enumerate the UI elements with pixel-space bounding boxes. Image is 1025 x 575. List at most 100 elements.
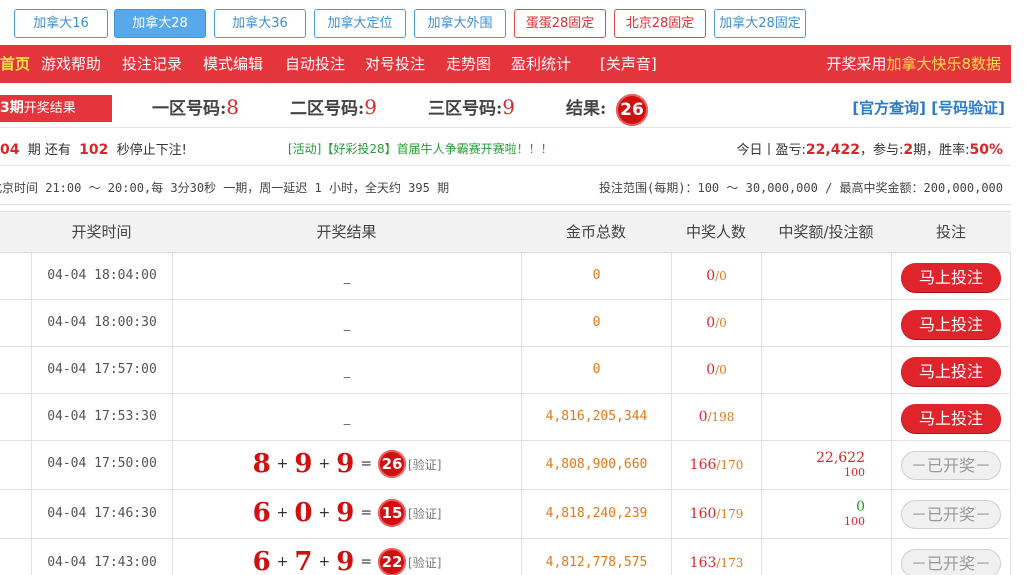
bet-now-button[interactable]: 马上投注 xyxy=(901,310,1001,339)
game-tabs: 加拿大16 加拿大28 加拿大36 加拿大定位 加拿大外围 蛋蛋28固定 北京2… xyxy=(0,0,1025,44)
opened-button[interactable]: －已开奖－ xyxy=(901,451,1001,480)
bet-now-button[interactable]: 马上投注 xyxy=(901,263,1001,292)
tab-canada28[interactable]: 加拿大28 xyxy=(114,9,206,38)
number-verify-link[interactable]: [号码验证] xyxy=(931,99,1005,117)
nav-bet-records[interactable]: 投注记录 xyxy=(122,45,182,83)
countdown-seconds: 102 xyxy=(79,142,109,158)
lottery-page: 加拿大16 加拿大28 加拿大36 加拿大定位 加拿大外围 蛋蛋28固定 北京2… xyxy=(0,0,1025,575)
header-time: 开奖时间 xyxy=(71,223,132,241)
row-result: 8 +9 +9 = 26 [验证] xyxy=(172,441,521,489)
participant-count: 0 xyxy=(719,363,727,377)
nav-help[interactable]: 游戏帮助 xyxy=(41,45,101,83)
row-time: 04-04 17:53:30 xyxy=(31,394,172,440)
row-result: _ xyxy=(172,394,521,440)
today-stats: 今日丨盈亏:22,422，参与:2期，胜率:50% xyxy=(737,139,1003,158)
winner-count: 166 xyxy=(689,457,717,473)
tab-canada16[interactable]: 加拿大16 xyxy=(14,9,108,38)
win-amount: 22,622 xyxy=(816,450,865,466)
tab-dandan28-fixed[interactable]: 蛋蛋28固定 xyxy=(514,9,606,38)
row-result: 6 +7 +9 = 22 [验证] xyxy=(172,539,521,575)
row-time: 04-04 18:00:30 xyxy=(31,300,172,346)
draw-number-1: 6 xyxy=(252,547,271,575)
row-winners: 160/179 xyxy=(671,490,761,538)
nav-home[interactable]: 首页 xyxy=(0,45,30,83)
nav-mode-edit[interactable]: 模式编辑 xyxy=(203,45,263,83)
header-bet: 投注 xyxy=(935,223,966,241)
table-header: 开奖时间 开奖结果 金币总数 中奖人数 中奖额/投注额 投注 xyxy=(0,211,1011,253)
row-coins: 4,808,900,660 xyxy=(521,441,671,489)
nav-trend-chart[interactable]: 走势图 xyxy=(446,45,491,83)
row-bet: －已开奖－ xyxy=(891,539,1011,575)
today-prefix: 今日丨盈亏: xyxy=(736,143,806,158)
opened-button[interactable]: －已开奖－ xyxy=(901,500,1001,529)
row-bet: 马上投注 xyxy=(891,253,1011,299)
tab-canada28-fixed[interactable]: 加拿大28固定 xyxy=(714,9,806,38)
bet-now-button[interactable]: 马上投注 xyxy=(901,357,1001,386)
table-row: 04-04 17:50:00 8 +9 +9 = 26 [验证] 4,808,900,66… xyxy=(0,441,1011,490)
row-result: _ xyxy=(172,253,521,299)
table-row: 04-04 17:43:00 6 +7 +9 = 22 [验证] 4,812,778,57… xyxy=(0,539,1011,575)
row-winners: 0/0 xyxy=(671,253,761,299)
plus-sign: + xyxy=(318,554,331,570)
join-count: 2 xyxy=(903,142,914,158)
row-ratio: 0 100 xyxy=(761,490,891,538)
winner-count: 163 xyxy=(689,555,717,571)
period-number: 3期 xyxy=(0,100,24,116)
official-query-link[interactable]: [官方查询] xyxy=(852,99,926,117)
row-bet: －已开奖－ xyxy=(891,490,1011,538)
verify-link[interactable]: [验证] xyxy=(408,554,441,571)
bet-now-button[interactable]: 马上投注 xyxy=(901,404,1001,433)
participant-count: 173 xyxy=(720,556,744,570)
equals-sign: = xyxy=(360,554,373,570)
winner-count: 0 xyxy=(706,268,716,284)
nav-profit-stats[interactable]: 盈利统计 xyxy=(511,45,571,83)
period-label: 开奖结果 xyxy=(23,101,76,116)
table-row: 04-04 18:04:00 _ 0 0/0 马上投注 xyxy=(0,253,1011,300)
countdown-period: 04 xyxy=(0,142,20,158)
row-ratio xyxy=(761,300,891,346)
join-prefix: ，参与: xyxy=(859,143,904,158)
result-formula: 8 +9 +9 = 26 [验证] xyxy=(173,449,521,481)
row-time: 04-04 17:43:00 xyxy=(31,539,172,575)
nav-sound-toggle[interactable]: [关声音] xyxy=(600,45,657,83)
bet-range-info: 投注范围(每期)：100 ～ 30,000,000 / 最高中奖金额：200,0… xyxy=(599,181,1003,195)
verify-link[interactable]: [验证] xyxy=(408,456,441,473)
plus-sign: + xyxy=(276,456,289,472)
sum-ball: 26 xyxy=(378,450,407,478)
winner-count: 0 xyxy=(706,362,716,378)
zone3-label: 三区号码: xyxy=(428,99,503,119)
data-source-prefix: 开奖采用 xyxy=(826,55,887,73)
nav-auto-bet[interactable]: 自动投注 xyxy=(285,45,345,83)
header-coins: 金币总数 xyxy=(565,223,626,241)
draw-number-1: 8 xyxy=(252,449,271,479)
draw-number-3: 9 xyxy=(336,449,355,479)
tab-beijing28-fixed[interactable]: 北京28固定 xyxy=(614,9,706,38)
draw-number-3: 9 xyxy=(336,547,355,575)
row-result: 6 +0 +9 = 15 [验证] xyxy=(172,490,521,538)
activity-link[interactable]: [活动]【好彩投28】首届牛人争霸赛开赛啦！！！ xyxy=(288,140,553,157)
schedule-row: 北京时间 21:00 ～ 20:00,每 3分30秒 一期，周一延迟 1 小时，… xyxy=(0,167,1011,205)
row-bet: －已开奖－ xyxy=(891,441,1011,489)
opened-button[interactable]: －已开奖－ xyxy=(901,549,1001,575)
plus-sign: + xyxy=(276,505,289,521)
row-time: 04-04 18:04:00 xyxy=(31,253,172,299)
row-coins: 0 xyxy=(521,300,671,346)
tab-canada36[interactable]: 加拿大36 xyxy=(214,9,306,38)
verify-link[interactable]: [验证] xyxy=(408,505,441,522)
equals-sign: = xyxy=(360,456,373,472)
pending-result: _ xyxy=(343,317,351,332)
sum-ball: 15 xyxy=(378,499,407,527)
nav-number-bet[interactable]: 对号投注 xyxy=(365,45,425,83)
row-ratio xyxy=(761,347,891,393)
tab-canada-outer[interactable]: 加拿大外围 xyxy=(414,9,506,38)
zone1-label: 一区号码: xyxy=(152,99,227,119)
period-badge: 3期开奖结果 xyxy=(0,95,112,122)
lookup-links: [官方查询] [号码验证] xyxy=(852,97,1005,118)
tab-canada-position[interactable]: 加拿大定位 xyxy=(314,9,406,38)
row-bet: 马上投注 xyxy=(891,394,1011,440)
header-result: 开奖结果 xyxy=(316,223,377,241)
row-winners: 0/0 xyxy=(671,300,761,346)
table-row: 04-04 17:57:00 _ 0 0/0 马上投注 xyxy=(0,347,1011,394)
participant-count: 0 xyxy=(719,269,727,283)
zone1: 一区号码:8 xyxy=(152,94,239,119)
